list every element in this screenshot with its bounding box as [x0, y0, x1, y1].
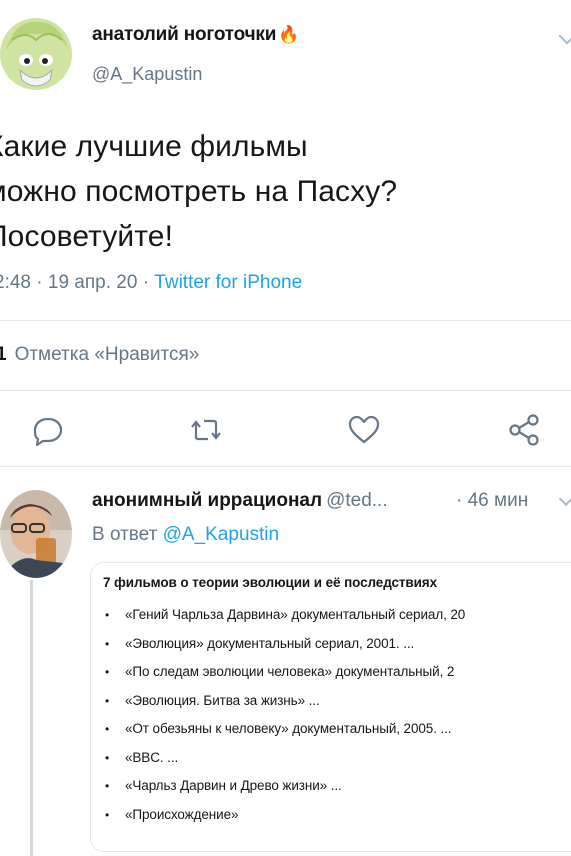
list-item: • «Эволюция» документальный сериал, 2001.…	[105, 636, 465, 665]
list-item-text: «От обезьяны к человеку» документальный,…	[125, 721, 452, 736]
author-handle[interactable]: @A_Kapustin	[92, 64, 202, 85]
tweet-actions	[0, 412, 571, 452]
bullet-icon: •	[105, 722, 110, 736]
list-item-text: «Эволюция» документальный сериал, 2001. …	[125, 635, 415, 651]
cabbage-avatar-image	[0, 18, 72, 90]
card-title: 7 фильмов о теории эволюции и её последс…	[103, 575, 437, 590]
meta-separator: ·	[142, 272, 155, 293]
bullet-icon: •	[105, 779, 110, 793]
share-button[interactable]	[506, 412, 542, 448]
reply-to-mention[interactable]: @A_Kapustin	[163, 524, 279, 545]
list-item: • «Гений Чарльза Дарвина» документальный …	[105, 607, 465, 636]
bullet-icon: •	[105, 693, 110, 708]
bullet-icon: •	[105, 807, 110, 822]
reply-author-handle: @ted...	[326, 490, 388, 511]
card-list: • «Гений Чарльза Дарвина» документальный …	[105, 607, 465, 835]
tweet-date[interactable]: 19 апр. 20	[48, 272, 138, 293]
tweet-text-line: можно посмотреть на Пасху?	[0, 175, 398, 208]
reply-author-name: анонимный иррационал	[92, 490, 323, 511]
tweet-text: Какие лучшие фильмы можно посмотреть на …	[0, 124, 571, 259]
author-avatar[interactable]	[0, 10, 76, 94]
tweet-meta: 2:48 · 19 апр. 20 · Twitter for iPhone	[0, 272, 302, 294]
list-item: • «Чарльз Дарвин и Древо жизни» ...	[105, 778, 465, 807]
bullet-icon: •	[105, 608, 110, 622]
retweet-icon	[191, 419, 221, 441]
reply-time[interactable]: · 46 мин	[456, 490, 528, 512]
retweet-button[interactable]	[188, 412, 224, 448]
reply-to-prefix: В ответ	[92, 524, 158, 545]
list-item: • «Происхождение»	[105, 807, 465, 836]
like-icon	[348, 415, 380, 444]
share-icon	[509, 414, 539, 446]
divider	[0, 390, 571, 391]
bullet-icon: •	[105, 636, 110, 651]
list-item-text: «Происхождение»	[125, 806, 239, 822]
likes-label: Отметка «Нравится»	[14, 344, 200, 365]
chevron-down-icon[interactable]	[558, 27, 571, 45]
list-item: • «По следам эволюции человека» документа…	[105, 664, 465, 693]
thread-line	[30, 580, 33, 856]
list-item-text: «Гений Чарльза Дарвина» документальный с…	[125, 607, 466, 622]
likes-summary[interactable]: 1 Отметка «Нравится»	[0, 344, 199, 366]
list-item-text: «Чарльз Дарвин и Древо жизни» ...	[125, 778, 342, 793]
bullet-icon: •	[105, 665, 110, 679]
tweet-source[interactable]: Twitter for iPhone	[154, 272, 302, 293]
fire-icon: 🔥	[278, 25, 300, 44]
tweet-text-line: Посоветуйте!	[0, 220, 174, 253]
tweet-time[interactable]: 2:48	[0, 272, 31, 293]
person-avatar-image	[0, 490, 72, 578]
bullet-icon: •	[105, 750, 110, 765]
like-button[interactable]	[346, 412, 382, 448]
list-item-text: «Эволюция. Битва за жизнь» ...	[125, 692, 320, 708]
reply-author-avatar[interactable]	[0, 490, 72, 578]
divider	[0, 320, 571, 321]
chevron-down-icon[interactable]	[558, 491, 571, 507]
list-item: • «От обезьяны к человеку» документальный…	[105, 721, 465, 750]
divider	[0, 466, 571, 467]
search-result-card[interactable]: 7 фильмов о теории эволюции и её последс…	[90, 562, 571, 852]
list-item: • «Эволюция. Битва за жизнь» ...	[105, 693, 465, 722]
reply-button[interactable]	[30, 412, 66, 448]
meta-separator: ·	[36, 272, 48, 293]
author-name-text: анатолий ноготочки	[92, 24, 277, 45]
reply-to: В ответ @A_Kapustin	[92, 524, 279, 546]
reply-icon	[33, 417, 63, 447]
list-item-text: «BBC. ...	[125, 749, 179, 765]
reply-author[interactable]: анонимный иррационал @ted...	[92, 490, 388, 512]
list-item-text: «По следам эволюции человека» документал…	[125, 664, 455, 679]
list-item: • «BBC. ...	[105, 750, 465, 779]
tweet-text-line: Какие лучшие фильмы	[0, 130, 308, 163]
likes-count: 1	[0, 344, 7, 365]
author-name[interactable]: анатолий ноготочки 🔥	[92, 24, 299, 46]
